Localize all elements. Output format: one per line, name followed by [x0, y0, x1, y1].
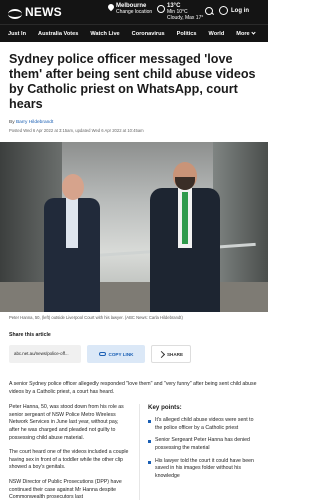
share-title: Share this article: [9, 332, 51, 338]
nav-item-watch-live[interactable]: Watch Live: [90, 31, 119, 37]
nav-more-menu[interactable]: More: [236, 30, 256, 37]
main-nav: Just In Australia Votes Watch Live Coron…: [0, 24, 268, 42]
share-row: abc.net.au/news/police-off... COPY LINK …: [9, 345, 259, 363]
key-point-text: Senior Sergeant Peter Hanna has denied p…: [155, 437, 250, 451]
copy-link-button[interactable]: COPY LINK: [87, 345, 145, 363]
photo-floor: [0, 282, 268, 312]
article-paragraphs: Peter Hanna, 50, was stood down from his…: [9, 404, 129, 500]
article-paragraph: NSW Director of Public Prosecutions (DPP…: [9, 478, 122, 500]
location-selector[interactable]: Melbourne Change location: [108, 3, 152, 15]
article: Sydney police officer messaged 'love the…: [0, 52, 268, 500]
byline-author-link[interactable]: Barry Hildebrandt: [16, 120, 53, 125]
change-location-link[interactable]: Change location: [116, 9, 152, 15]
logo-text: NEWS: [25, 5, 62, 19]
share-link-field[interactable]: abc.net.au/news/police-off...: [9, 345, 81, 363]
bullet-icon: [148, 440, 151, 444]
key-point: It's alleged child abuse videos were sen…: [148, 417, 259, 432]
nav-more-label: More: [236, 30, 250, 37]
chevron-down-icon: [251, 30, 256, 35]
search-icon[interactable]: [205, 7, 214, 16]
share-button[interactable]: SHARE: [151, 345, 191, 363]
key-point-text: It's alleged child abuse videos were sen…: [155, 417, 254, 431]
article-figure: Peter Hanna, 50, (left) outside Liverpoo…: [0, 142, 268, 320]
nav-item-australia-votes[interactable]: Australia Votes: [38, 31, 78, 37]
byline-prefix: By: [9, 120, 15, 125]
abc-logo-icon: [8, 7, 22, 19]
article-paragraph: The court heard one of the videos includ…: [9, 449, 129, 471]
share-icon: [157, 350, 165, 358]
site-header: NEWS Melbourne Change location 13°C Min …: [0, 0, 268, 42]
nav-item-world[interactable]: World: [209, 31, 225, 37]
bullet-icon: [148, 460, 151, 464]
link-icon: [98, 352, 106, 356]
weather-detail-2: Cloudy, Max 17°: [167, 15, 204, 21]
copy-link-label: COPY LINK: [108, 351, 134, 357]
user-icon: [219, 6, 228, 15]
byline: By Barry Hildebrandt: [9, 120, 259, 125]
key-points: Key points: It's alleged child abuse vid…: [139, 404, 259, 500]
article-lede: A senior Sydney police officer allegedly…: [9, 381, 257, 395]
nav-item-politics[interactable]: Politics: [177, 31, 197, 37]
nav-item-coronavirus[interactable]: Coronavirus: [132, 31, 165, 37]
login-label: Log in: [231, 7, 249, 14]
weather-icon: [157, 5, 165, 13]
bullet-icon: [148, 420, 151, 424]
posted-timestamp: Posted Wed 6 Apr 2022 at 3:15am, updated…: [9, 128, 144, 133]
key-point: Senior Sergeant Peter Hanna has denied p…: [148, 437, 259, 452]
nav-item-just-in[interactable]: Just In: [8, 31, 26, 37]
key-points-title: Key points:: [148, 404, 182, 412]
article-headline: Sydney police officer messaged 'love the…: [9, 52, 256, 111]
share-label: SHARE: [166, 351, 184, 357]
abc-news-logo[interactable]: NEWS: [8, 5, 62, 19]
location-pin-icon: [108, 4, 114, 12]
photo-caption: Peter Hanna, 50, (left) outside Liverpoo…: [9, 315, 183, 320]
article-paragraph: Peter Hanna, 50, was stood down from his…: [9, 404, 124, 441]
login-button[interactable]: Log in: [219, 6, 249, 15]
top-bar: NEWS Melbourne Change location 13°C Min …: [0, 0, 268, 24]
key-point-text: His lawyer told the court it could have …: [155, 457, 254, 479]
article-body: Peter Hanna, 50, was stood down from his…: [9, 404, 259, 500]
article-photo[interactable]: [0, 142, 268, 312]
photo-person-right: [150, 162, 220, 312]
key-point: His lawyer told the court it could have …: [148, 458, 259, 481]
weather-widget[interactable]: 13°C Min 10°C Cloudy, Max 17°: [157, 3, 203, 21]
photo-person-left: [44, 174, 100, 312]
